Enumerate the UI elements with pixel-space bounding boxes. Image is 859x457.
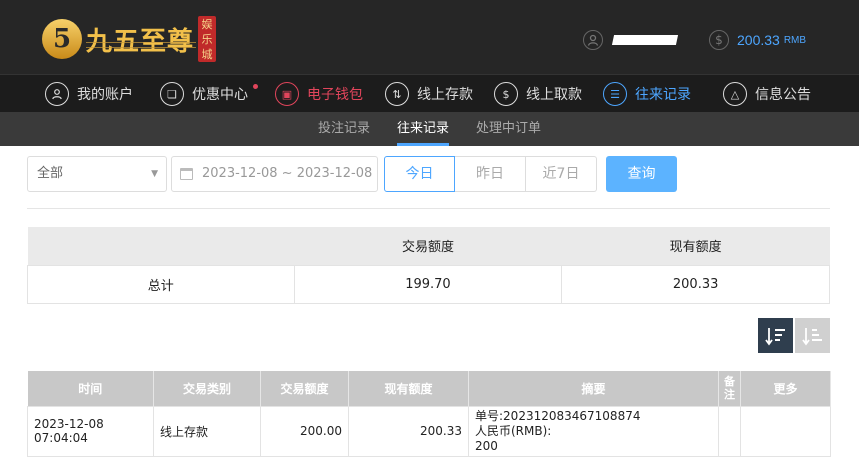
notification-dot — [253, 84, 258, 89]
top-header: 5 九五至尊 娱 乐 城 $ 200.33 RMB — [0, 0, 859, 74]
summary-table: 交易额度 现有额度 总计 199.70 200.33 — [27, 227, 830, 304]
logo-ornament — [86, 42, 196, 48]
cell-time: 2023-12-08 07:04:04 — [27, 405, 154, 457]
col-balance: 现有额度 — [348, 371, 469, 406]
table-row: 2023-12-08 07:04:04 线上存款 200.00 200.33 单… — [27, 405, 831, 457]
wallet-icon: ▣ — [275, 82, 299, 106]
logo-badge: 娱 乐 城 — [198, 16, 217, 62]
cell-more[interactable] — [740, 405, 831, 457]
withdraw-icon: $ — [494, 82, 518, 106]
col-summary: 摘要 — [468, 371, 719, 406]
cell-category: 线上存款 — [153, 405, 261, 457]
range-today-button[interactable]: 今日 — [384, 156, 455, 192]
sort-desc-icon — [764, 327, 785, 345]
nav-announcements[interactable]: △ 信息公告 — [723, 75, 811, 113]
gift-icon: ❏ — [160, 82, 184, 106]
summary-amount: 199.70 — [293, 264, 563, 304]
divider — [27, 208, 830, 209]
date-range-input[interactable]: 2023-12-08 ~ 2023-12-08 — [171, 156, 378, 192]
nav-online-withdraw[interactable]: $ 线上取款 — [494, 75, 582, 113]
nav-my-account[interactable]: 我的账户 — [45, 75, 133, 113]
masked-username — [611, 35, 679, 45]
nav-transaction-records[interactable]: ☰ 往来记录 — [603, 75, 691, 113]
user-icon — [45, 82, 69, 106]
summary-header-cell: 交易额度 — [294, 227, 562, 265]
sort-ascending-button[interactable] — [795, 318, 830, 353]
logo-mark: 5 — [42, 19, 82, 59]
summary-header-cell: 现有额度 — [561, 227, 830, 265]
col-time: 时间 — [27, 371, 154, 406]
user-avatar-icon — [583, 30, 603, 50]
balance-value: 200.33 — [737, 32, 780, 48]
site-logo[interactable]: 5 九五至尊 娱 乐 城 — [42, 16, 217, 62]
range-yesterday-button[interactable]: 昨日 — [455, 156, 526, 192]
deposit-icon: ⇅ — [385, 82, 409, 106]
subtab-bet-records[interactable]: 投注记录 — [318, 112, 370, 146]
balance-unit: RMB — [783, 34, 807, 46]
cell-summary: 单号:202312083467108874 人民币(RMB): 200 — [468, 405, 719, 457]
main-nav: 我的账户 ❏ 优惠中心 ▣ 电子钱包 ⇅ 线上存款 $ 线上取款 ☰ 往来记录 … — [0, 74, 859, 112]
records-icon: ☰ — [603, 82, 627, 106]
balance-display: $ 200.33 RMB — [709, 30, 806, 50]
summary-balance: 200.33 — [561, 264, 830, 304]
range-7days-button[interactable]: 近7日 — [526, 156, 597, 192]
summary-header-cell — [27, 227, 295, 265]
cell-note — [718, 405, 741, 457]
type-select[interactable]: 全部 ▼ — [27, 156, 167, 192]
sort-descending-button[interactable] — [758, 318, 793, 353]
nav-promotions[interactable]: ❏ 优惠中心 — [160, 75, 258, 113]
summary-total-label: 总计 — [27, 264, 295, 304]
nav-e-wallet[interactable]: ▣ 电子钱包 — [275, 75, 363, 113]
col-note: 备注 — [718, 371, 741, 406]
summary-row: 总计 199.70 200.33 — [27, 264, 830, 304]
bell-icon: △ — [723, 82, 747, 106]
nav-online-deposit[interactable]: ⇅ 线上存款 — [385, 75, 473, 113]
query-button[interactable]: 查询 — [606, 156, 677, 192]
records-table: 时间 交易类别 交易额度 现有额度 摘要 备注 更多 2023-12-08 07… — [27, 371, 831, 457]
user-account[interactable] — [583, 30, 679, 50]
cell-amount: 200.00 — [260, 405, 349, 457]
col-category: 交易类别 — [153, 371, 261, 406]
calendar-icon — [180, 168, 193, 180]
sub-nav: 投注记录 往来记录 处理中订单 — [0, 112, 859, 146]
chevron-down-icon: ▼ — [151, 169, 158, 179]
cell-balance: 200.33 — [348, 405, 469, 457]
records-header-row: 时间 交易类别 交易额度 现有额度 摘要 备注 更多 — [27, 371, 831, 406]
sort-asc-icon — [801, 327, 822, 345]
col-amount: 交易额度 — [260, 371, 349, 406]
summary-header-row: 交易额度 现有额度 — [27, 227, 830, 265]
subtab-transaction-records[interactable]: 往来记录 — [397, 112, 450, 146]
col-more: 更多 — [740, 371, 831, 406]
logo-text: 九五至尊 — [86, 26, 195, 57]
dollar-icon: $ — [709, 30, 729, 50]
subtab-pending-orders[interactable]: 处理中订单 — [476, 112, 541, 146]
